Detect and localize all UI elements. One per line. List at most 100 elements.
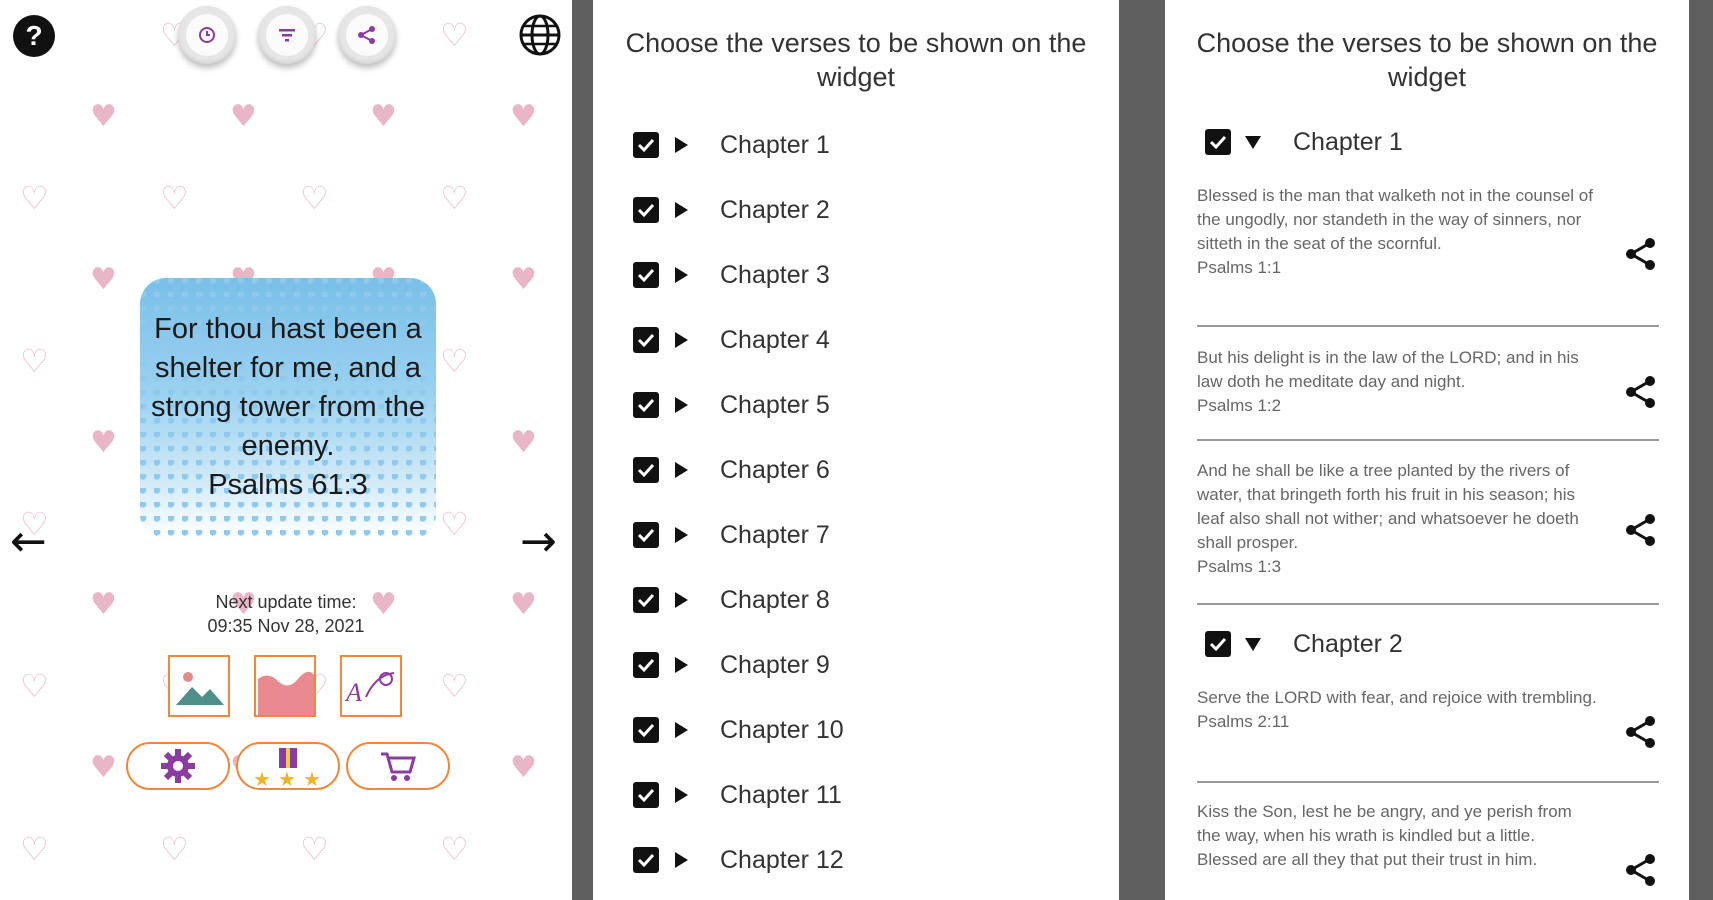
heart-icon: ♥: [90, 425, 117, 460]
expand-arrow-icon[interactable]: [675, 592, 688, 608]
chapter-label: Chapter 4: [720, 325, 830, 354]
verse-card[interactable]: For thou hast been a shelter for me, and…: [150, 310, 426, 505]
chapter-row[interactable]: Chapter 3: [633, 255, 830, 295]
chapter-label: Chapter 9: [720, 650, 830, 679]
chapter-row[interactable]: Chapter 7: [633, 515, 830, 555]
checkbox[interactable]: [1205, 129, 1231, 155]
expand-arrow-icon[interactable]: [675, 267, 688, 283]
checkmark-icon: [637, 788, 655, 803]
heart-outline-icon: ♡: [20, 179, 49, 217]
checkbox[interactable]: [633, 392, 659, 418]
chapter-row[interactable]: Chapter 9: [633, 645, 830, 685]
checkbox[interactable]: [633, 132, 659, 158]
rate-app-button[interactable]: ★ ★ ★: [236, 742, 340, 790]
chapter-row[interactable]: Chapter 12: [633, 840, 844, 880]
checkbox[interactable]: [633, 327, 659, 353]
heart-outline-icon: ♡: [440, 342, 469, 380]
expand-arrow-icon[interactable]: [675, 462, 688, 478]
globe-icon[interactable]: [518, 13, 562, 57]
share-icon[interactable]: [1623, 374, 1659, 410]
expand-arrow-icon[interactable]: [675, 527, 688, 543]
heart-icon: ♥: [90, 750, 117, 785]
share-icon[interactable]: [1623, 852, 1659, 888]
collapse-arrow-icon[interactable]: [1245, 135, 1261, 149]
gear-icon: [161, 749, 195, 783]
verse-reference: Psalms 2:11: [1197, 712, 1290, 731]
checkbox[interactable]: [633, 197, 659, 223]
expand-arrow-icon[interactable]: [675, 657, 688, 673]
chapter-row[interactable]: Chapter 8: [633, 580, 830, 620]
expand-arrow-icon[interactable]: [675, 202, 688, 218]
landscape-image-icon: [176, 672, 224, 705]
chapter-label: Chapter 1: [1293, 127, 1403, 156]
chapter-row[interactable]: Chapter 11: [633, 775, 842, 815]
verse-item[interactable]: Serve the LORD with fear, and rejoice wi…: [1197, 686, 1597, 734]
next-arrow-icon[interactable]: →: [520, 520, 557, 564]
heart-outline-icon: ♡: [160, 830, 189, 868]
shop-button[interactable]: [346, 742, 450, 790]
checkbox[interactable]: [633, 847, 659, 873]
svg-text:A: A: [344, 678, 362, 707]
verse-text: And he shall be like a tree planted by t…: [1197, 461, 1579, 552]
expand-arrow-icon[interactable]: [675, 397, 688, 413]
chapter-label: Chapter 2: [720, 195, 830, 224]
background-color-button[interactable]: [254, 655, 316, 717]
heart-icon: ♥: [90, 99, 117, 134]
checkbox[interactable]: [633, 262, 659, 288]
collapse-arrow-icon[interactable]: [1245, 637, 1261, 651]
checkbox[interactable]: [633, 522, 659, 548]
dialog-title: Choose the verses to be shown on the wid…: [625, 28, 1087, 92]
checkbox[interactable]: [633, 587, 659, 613]
panel-divider: [572, 0, 593, 900]
chapter-label: Chapter 2: [1293, 629, 1403, 658]
chapter-row[interactable]: Chapter 4: [633, 320, 830, 360]
verse-item[interactable]: Kiss the Son, lest he be angry, and ye p…: [1197, 800, 1597, 872]
chapter-label: Chapter 3: [720, 260, 830, 289]
settings-button[interactable]: [126, 742, 230, 790]
verse-selection-dialog: Choose the verses to be shown on the wid…: [593, 0, 1119, 900]
chapter-row[interactable]: Chapter 1: [633, 125, 830, 165]
text-style-button[interactable]: A: [340, 655, 402, 717]
svg-text:?: ?: [25, 20, 42, 51]
expand-arrow-icon[interactable]: [675, 137, 688, 153]
chapter-row[interactable]: Chapter 6: [633, 450, 830, 490]
filter-button[interactable]: [258, 6, 316, 64]
chapter-label: Chapter 10: [720, 715, 844, 744]
panel-divider: [1689, 0, 1713, 900]
checkbox[interactable]: [633, 457, 659, 483]
svg-text:★: ★: [278, 767, 296, 788]
checkbox[interactable]: [633, 782, 659, 808]
background-image-button[interactable]: [168, 655, 230, 717]
chapter-label: Chapter 5: [720, 390, 830, 419]
share-icon[interactable]: [1623, 236, 1659, 272]
expand-arrow-icon[interactable]: [675, 852, 688, 868]
chapter-row[interactable]: Chapter 2: [633, 190, 830, 230]
previous-arrow-icon[interactable]: ←: [10, 520, 47, 564]
share-button[interactable]: [338, 6, 396, 64]
chapter-row[interactable]: Chapter 5: [633, 385, 830, 425]
expand-arrow-icon[interactable]: [675, 722, 688, 738]
verse-text: For thou hast been a shelter for me, and…: [151, 313, 425, 462]
expand-arrow-icon[interactable]: [675, 787, 688, 803]
refresh-button[interactable]: [178, 6, 236, 64]
checkbox[interactable]: [633, 717, 659, 743]
svg-text:★: ★: [303, 767, 321, 788]
expand-arrow-icon[interactable]: [675, 332, 688, 348]
chapter-row[interactable]: Chapter 2: [1205, 624, 1403, 664]
checkbox[interactable]: [633, 652, 659, 678]
chapter-row[interactable]: Chapter 10: [633, 710, 844, 750]
verse-item[interactable]: But his delight is in the law of the LOR…: [1197, 346, 1597, 418]
help-icon[interactable]: ?: [12, 14, 56, 58]
widget-preview-panel: ♥♥♥♥♥♥♥♥♥♥♥♥♥♥♥♥♥♥♥♥♡♡♡♡♡♡♡♡♡♡♡♡♡♡♡♡♡♡♡♡…: [0, 0, 572, 900]
heart-outline-icon: ♡: [300, 179, 329, 217]
checkmark-icon: [637, 593, 655, 608]
verse-item[interactable]: Blessed is the man that walketh not in t…: [1197, 184, 1597, 280]
filter-icon: [279, 29, 295, 42]
verse-item[interactable]: And he shall be like a tree planted by t…: [1197, 459, 1597, 579]
checkmark-icon: [637, 138, 655, 153]
chapter-row[interactable]: Chapter 1: [1205, 122, 1403, 162]
share-icon[interactable]: [1623, 714, 1659, 750]
checkbox[interactable]: [1205, 631, 1231, 657]
share-icon[interactable]: [1623, 512, 1659, 548]
checkmark-icon: [637, 203, 655, 218]
